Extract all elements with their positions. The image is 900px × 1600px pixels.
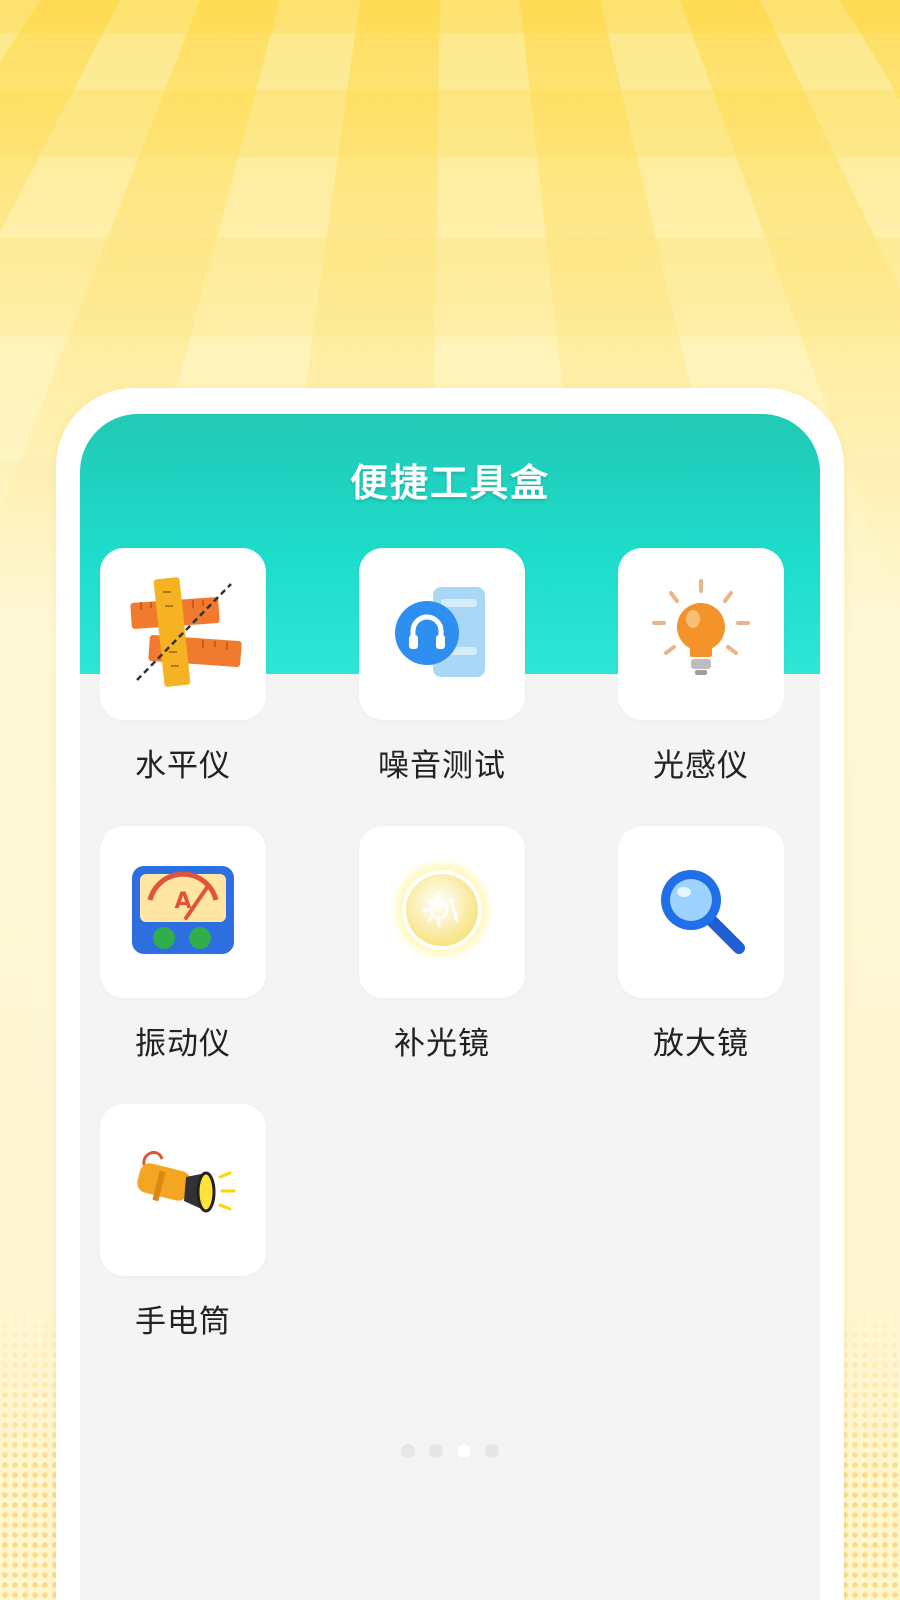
tool-label: 噪音测试 (378, 748, 506, 784)
flashlight-icon (128, 1143, 238, 1237)
phone-frame: 便捷工具盒 水平仪 噪音测试 光感仪 A 振动仪 补光镜 放大镜 手电筒 (56, 388, 844, 1600)
tool-tile[interactable] (100, 548, 266, 720)
tool-light-meter[interactable]: 光感仪 (618, 548, 784, 785)
tool-label: 补光镜 (394, 1026, 490, 1062)
page-dot-active[interactable] (457, 1444, 471, 1458)
tool-tile[interactable] (359, 826, 525, 998)
tool-spirit-level[interactable]: 水平仪 (100, 548, 266, 785)
page-dot[interactable] (485, 1444, 499, 1458)
tool-flashlight[interactable]: 手电筒 (100, 1104, 266, 1341)
tool-tile[interactable]: A (100, 826, 266, 998)
headphones-noise-icon (387, 577, 497, 691)
tool-label: 水平仪 (135, 748, 231, 784)
tool-noise-test[interactable]: 噪音测试 (359, 548, 525, 785)
app-screen: 便捷工具盒 水平仪 噪音测试 光感仪 A 振动仪 补光镜 放大镜 手电筒 (0, 0, 900, 1600)
tool-vibration-meter[interactable]: A 振动仪 (100, 826, 266, 1063)
magnifier-icon (651, 860, 751, 964)
tool-tile[interactable] (618, 826, 784, 998)
spirit-level-ruler-icon (123, 572, 243, 696)
phone-screen: 便捷工具盒 水平仪 噪音测试 光感仪 A 振动仪 补光镜 放大镜 手电筒 (80, 414, 820, 1600)
tool-label: 放大镜 (653, 1026, 749, 1062)
fill-light-mirror-icon (387, 855, 497, 969)
page-title: 便捷工具盒 (349, 461, 550, 505)
tool-label: 振动仪 (135, 1026, 231, 1062)
page-indicator (80, 1444, 820, 1458)
tool-label: 手电筒 (135, 1304, 231, 1340)
tool-tile[interactable] (359, 548, 525, 720)
tool-fill-light[interactable]: 补光镜 (359, 826, 525, 1063)
vibration-meter-icon: A (128, 860, 238, 964)
tool-magnifier[interactable]: 放大镜 (618, 826, 784, 1063)
page-dot[interactable] (401, 1444, 415, 1458)
tool-label: 光感仪 (653, 748, 749, 784)
tool-tile[interactable] (618, 548, 784, 720)
light-bulb-icon (646, 577, 756, 691)
tool-tile[interactable] (100, 1104, 266, 1276)
page-dot[interactable] (429, 1444, 443, 1458)
